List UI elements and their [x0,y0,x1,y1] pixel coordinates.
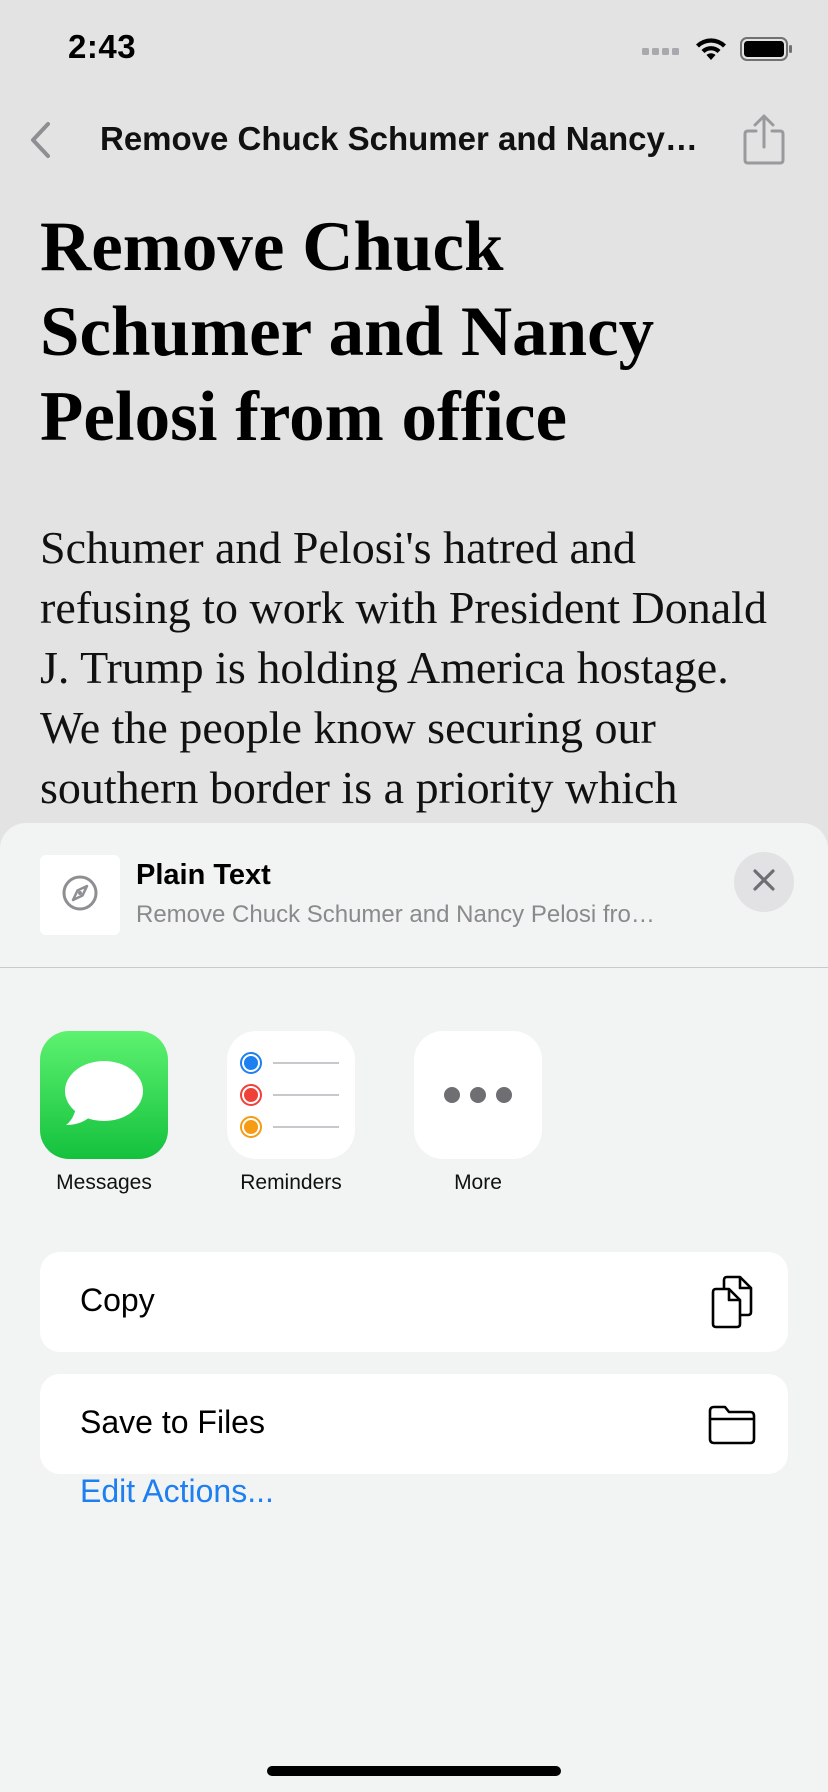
share-button[interactable] [736,110,792,174]
wifi-icon [694,36,728,67]
nav-bar: Remove Chuck Schumer and Nancy… [0,100,828,184]
share-icon [742,114,786,171]
share-apps-row: Messages Reminders More [40,1031,601,1195]
action-label: Save to Files [80,1404,265,1440]
edit-actions-link[interactable]: Edit Actions... [80,1473,274,1510]
app-label: Reminders [240,1171,342,1194]
close-button[interactable] [734,852,794,912]
preview-subtitle: Remove Chuck Schumer and Nancy Pelosi fr… [136,901,655,928]
more-icon [414,1031,542,1159]
back-button[interactable] [20,118,60,166]
compass-icon [60,873,100,918]
status-bar: 2:43 [0,0,828,100]
reminders-icon [227,1031,355,1159]
app-messages[interactable]: Messages [40,1031,168,1195]
app-more[interactable]: More [414,1031,542,1195]
preview-title: Plain Text [136,859,271,891]
app-label: Messages [56,1171,152,1194]
article-title: Remove Chuck Schumer and Nancy Pelosi fr… [40,208,655,456]
chevron-left-icon [28,120,52,165]
copy-action[interactable]: Copy [40,1252,788,1352]
copy-icon [704,1274,760,1330]
status-indicators [642,36,794,67]
save-to-files-action[interactable]: Save to Files [40,1374,788,1474]
nav-title: Remove Chuck Schumer and Nancy… [100,120,698,157]
battery-icon [740,36,794,67]
action-label: Copy [80,1282,155,1318]
article-body: Schumer and Pelosi's hatred and refusing… [40,522,767,813]
close-icon [752,868,776,897]
messages-icon [40,1031,168,1159]
app-label: More [454,1171,502,1194]
home-indicator[interactable] [267,1766,561,1776]
app-reminders[interactable]: Reminders [227,1031,355,1195]
share-sheet-header: Plain Text Remove Chuck Schumer and Nanc… [0,823,828,968]
article: Remove Chuck Schumer and Nancy Pelosi fr… [40,205,790,818]
status-time: 2:43 [68,28,137,65]
folder-icon [704,1396,760,1452]
preview-thumbnail [40,855,120,935]
cellular-signal-icon [642,43,682,61]
